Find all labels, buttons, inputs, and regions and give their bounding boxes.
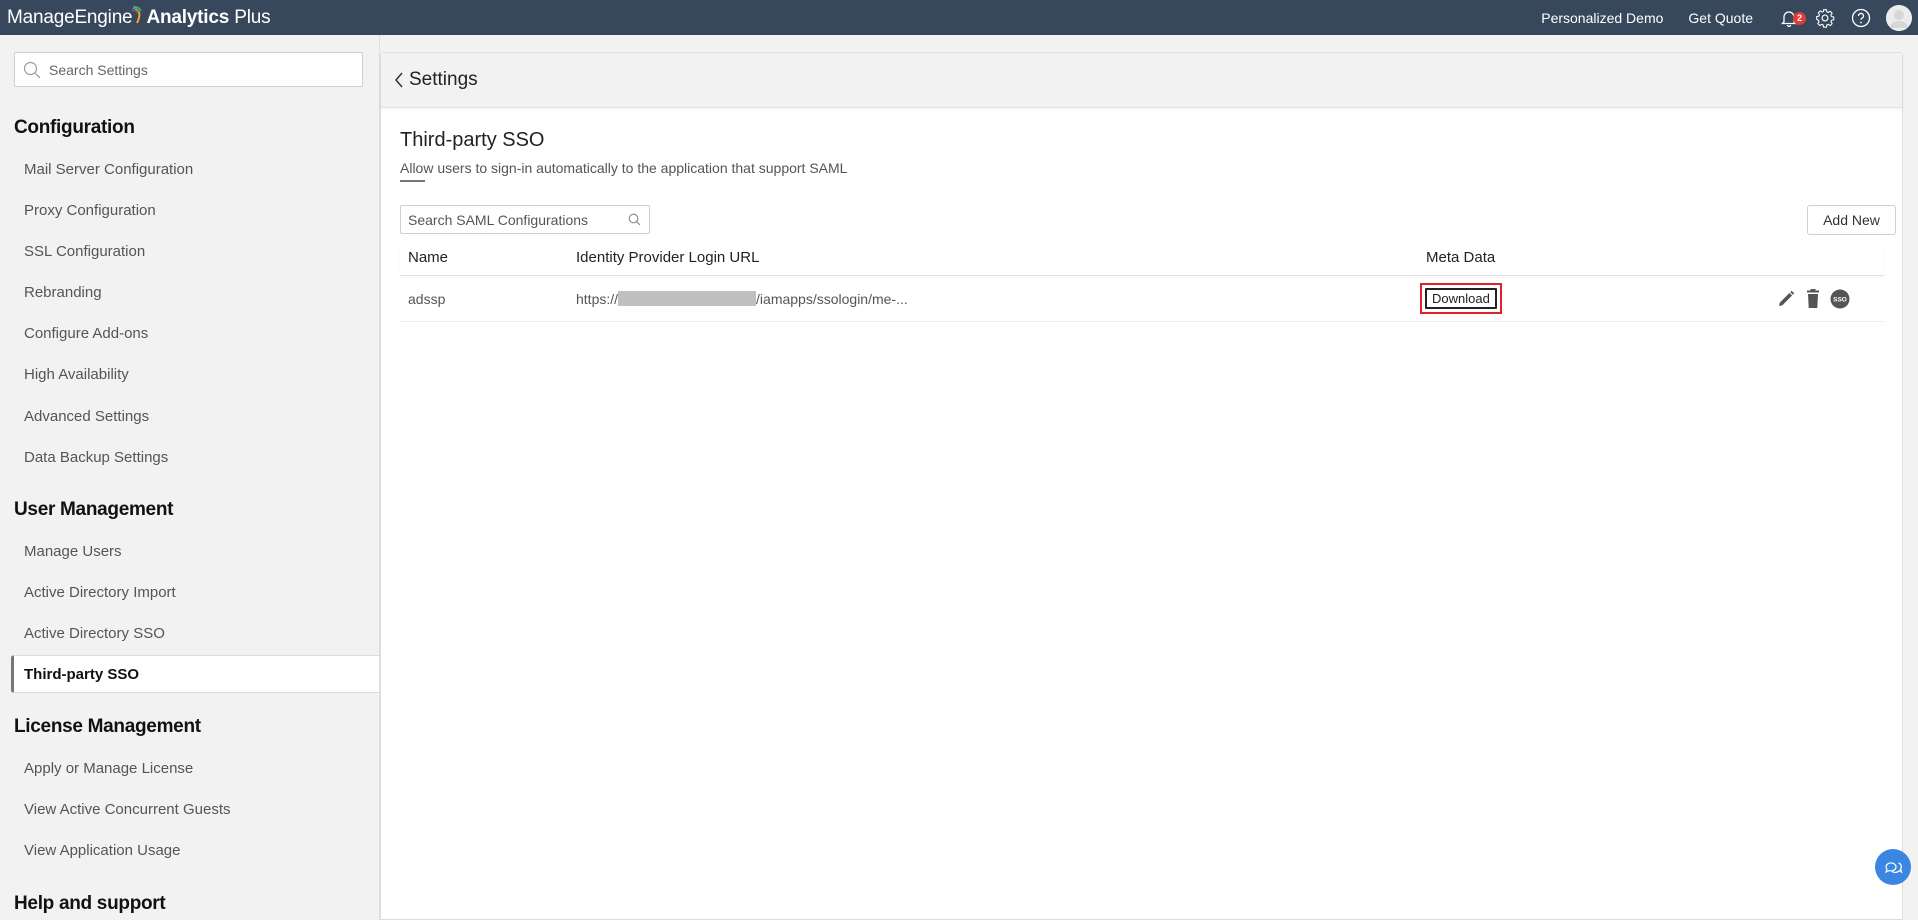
download-metadata-button[interactable]: Download bbox=[1425, 288, 1497, 309]
settings-header: Settings bbox=[381, 53, 1902, 108]
brand-company: ManageEngine bbox=[7, 6, 133, 28]
cell-name: adssp bbox=[408, 290, 446, 307]
sidebar-item-active-directory-sso[interactable]: Active Directory SSO bbox=[11, 614, 380, 652]
redacted-host bbox=[618, 291, 757, 306]
search-settings-input[interactable] bbox=[49, 61, 349, 78]
section-heading-help-and-support: Help and support bbox=[14, 893, 166, 914]
cell-actions: SSO bbox=[1644, 288, 1884, 310]
search-icon bbox=[628, 213, 641, 226]
add-new-button[interactable]: Add New bbox=[1807, 205, 1896, 235]
delete-icon bbox=[1807, 288, 1819, 308]
table-header: Name Identity Provider Login URL Meta Da… bbox=[400, 239, 1884, 276]
sidebar-item-advanced-settings[interactable]: Advanced Settings bbox=[11, 397, 380, 435]
sidebar-item-manage-users[interactable]: Manage Users bbox=[11, 532, 380, 570]
sidebar-item-high-availability[interactable]: High Availability bbox=[11, 355, 380, 393]
search-saml-field[interactable] bbox=[400, 205, 650, 234]
gear-icon bbox=[1816, 8, 1835, 28]
sidebar-item-proxy-configuration[interactable]: Proxy Configuration bbox=[11, 191, 380, 229]
url-prefix: https:// bbox=[576, 290, 619, 307]
saml-config-table: Name Identity Provider Login URL Meta Da… bbox=[400, 239, 1884, 322]
search-saml-input[interactable] bbox=[408, 211, 618, 228]
cell-meta-data: Download bbox=[1420, 283, 1644, 314]
column-header-idp-login-url: Identity Provider Login URL bbox=[576, 248, 760, 266]
user-avatar-icon bbox=[1886, 4, 1912, 31]
back-to-settings-button[interactable]: Settings bbox=[393, 69, 478, 91]
sidebar-item-third-party-sso[interactable]: Third-party SSO bbox=[11, 655, 380, 693]
delete-button[interactable] bbox=[1802, 288, 1824, 310]
section-heading-license-management: License Management bbox=[14, 716, 201, 737]
notification-badge: 2 bbox=[1793, 11, 1806, 25]
sidebar-item-data-backup-settings[interactable]: Data Backup Settings bbox=[11, 438, 380, 476]
sidebar-item-mail-server-configuration[interactable]: Mail Server Configuration bbox=[11, 150, 380, 188]
highlight-box: Download bbox=[1420, 283, 1502, 314]
sidebar-item-view-active-concurrent-guests[interactable]: View Active Concurrent Guests bbox=[11, 790, 380, 828]
brand-product-suffix: Plus bbox=[234, 6, 271, 28]
top-bar: ManageEngine Analytics Plus Personalized… bbox=[0, 0, 1918, 35]
url-suffix: /iamapps/ssologin/me-... bbox=[756, 290, 908, 307]
sso-button[interactable]: SSO bbox=[1829, 288, 1851, 310]
column-header-name: Name bbox=[408, 248, 449, 266]
help-icon bbox=[1851, 8, 1871, 27]
edit-button[interactable] bbox=[1775, 288, 1797, 310]
sidebar-item-ssl-configuration[interactable]: SSL Configuration bbox=[11, 232, 380, 270]
brand-product: Analytics bbox=[146, 6, 230, 28]
page-title: Third-party SSO bbox=[400, 129, 545, 151]
settings-sidebar: Configuration Mail Server Configuration … bbox=[0, 35, 380, 920]
avatar[interactable] bbox=[1886, 4, 1912, 31]
sidebar-item-view-application-usage[interactable]: View Application Usage bbox=[11, 831, 380, 869]
section-heading-configuration: Configuration bbox=[14, 117, 135, 138]
search-icon bbox=[23, 61, 41, 78]
help-button[interactable] bbox=[1850, 7, 1872, 29]
chat-support-button[interactable] bbox=[1875, 849, 1911, 885]
notifications-button[interactable]: 2 bbox=[1778, 7, 1806, 29]
search-settings-field[interactable] bbox=[14, 52, 363, 87]
chat-icon bbox=[1884, 862, 1903, 874]
get-quote-link[interactable]: Get Quote bbox=[1688, 10, 1753, 26]
logo-swoosh-icon bbox=[132, 5, 143, 23]
sidebar-item-rebranding[interactable]: Rebranding bbox=[11, 273, 380, 311]
page-subtitle: Allow users to sign-in automatically to … bbox=[400, 160, 848, 176]
sidebar-item-active-directory-import[interactable]: Active Directory Import bbox=[11, 573, 380, 611]
section-heading-user-management: User Management bbox=[14, 499, 174, 520]
back-label: Settings bbox=[409, 69, 478, 90]
svg-text:SSO: SSO bbox=[1833, 296, 1847, 303]
cell-idp-login-url: https:// /iamapps/ssologin/me-... bbox=[576, 291, 1426, 307]
main-panel: Settings Third-party SSO Allow users to … bbox=[380, 52, 1903, 920]
sidebar-item-configure-add-ons[interactable]: Configure Add-ons bbox=[11, 314, 380, 352]
table-row: adssp https:// /iamapps/ssologin/me-... … bbox=[400, 276, 1884, 322]
title-underline bbox=[400, 180, 425, 182]
settings-button[interactable] bbox=[1814, 7, 1836, 29]
edit-icon bbox=[1779, 290, 1795, 306]
sidebar-item-apply-or-manage-license[interactable]: Apply or Manage License bbox=[11, 749, 380, 787]
sso-icon: SSO bbox=[1830, 289, 1850, 308]
personalized-demo-link[interactable]: Personalized Demo bbox=[1541, 10, 1663, 26]
app-logo[interactable]: ManageEngine Analytics Plus bbox=[7, 5, 271, 29]
column-header-meta-data: Meta Data bbox=[1426, 248, 1496, 266]
chevron-left-icon bbox=[395, 72, 403, 88]
